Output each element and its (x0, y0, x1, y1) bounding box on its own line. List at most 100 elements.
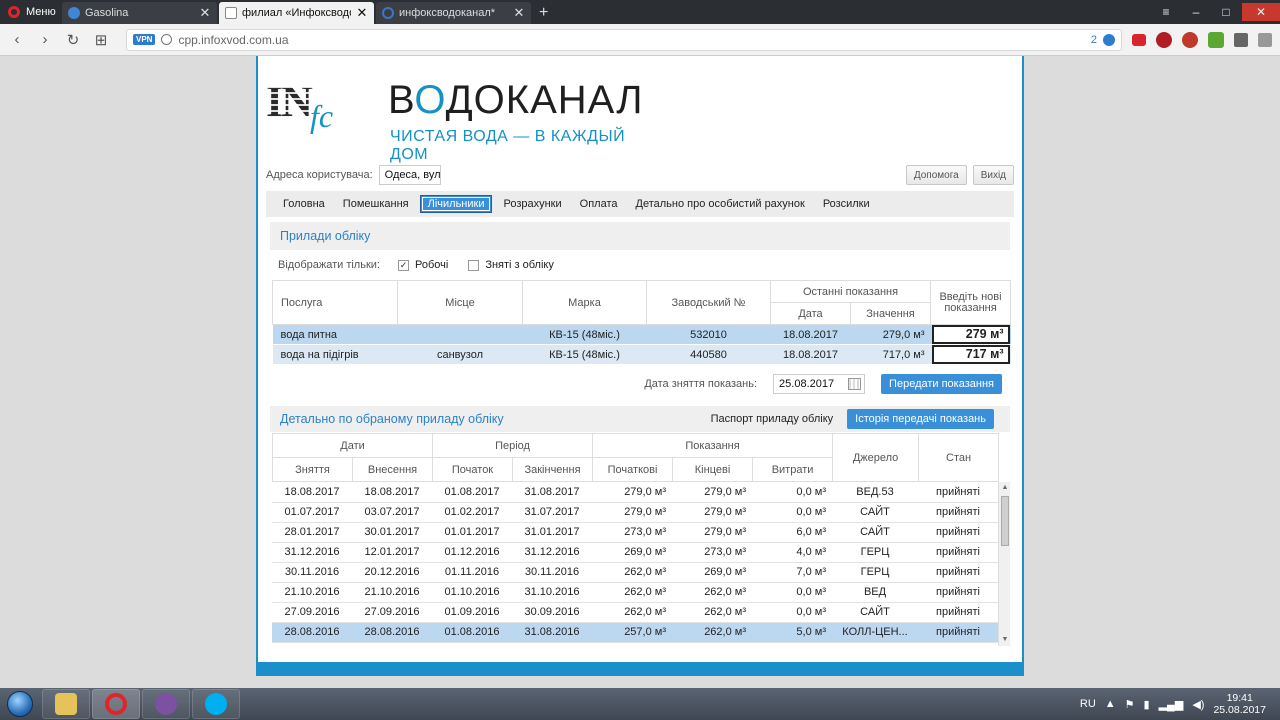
start-button[interactable] (0, 688, 40, 720)
folder-icon (55, 693, 77, 715)
downloads-icon[interactable] (1234, 32, 1248, 47)
history-row[interactable]: 30.11.2016 20.12.2016 01.11.2016 30.11.2016… (272, 562, 998, 583)
speed-dial-icon[interactable]: ⊞ (92, 31, 110, 49)
menu-meters[interactable]: Лічильники (419, 195, 493, 213)
meter-passport-link[interactable]: Паспорт приладу обліку (711, 413, 834, 425)
history-scrollbar[interactable]: ▲ ▼ (998, 482, 1010, 646)
hist-entered: 27.09.2016 (352, 602, 432, 623)
menu-mailings[interactable]: Розсилки (816, 196, 877, 212)
adblock-plus-icon[interactable] (1182, 31, 1198, 48)
heart-icon[interactable] (1132, 33, 1146, 46)
site-logo[interactable]: IN fc ВОДОКАНАЛ ЧИСТАЯ ВОДА — В КАЖДЫЙ Д… (266, 76, 642, 163)
scroll-up-icon[interactable]: ▲ (999, 482, 1010, 494)
explorer-taskbar-button[interactable] (42, 689, 90, 719)
new-reading-input[interactable]: 279 м³ (931, 325, 1010, 344)
meter-row[interactable]: вода на підігрів санвузол КВ-15 (48міс.)… (272, 344, 1011, 365)
tab-close-icon[interactable]: ✕ (513, 5, 525, 21)
logout-button[interactable]: Вихід (972, 165, 1014, 185)
tray-expand-icon[interactable]: ▲ (1105, 698, 1116, 710)
hist-source: САЙТ (832, 502, 918, 523)
brand-rest: ДОКАНАЛ (445, 78, 644, 122)
tab-infox-filial[interactable]: филиал «Инфоксводоканал» ✕ (219, 2, 374, 24)
col-new-reading: Введіть нові показання (930, 280, 1012, 325)
tab-close-icon[interactable]: ✕ (199, 5, 211, 21)
col-final: Кінцеві (672, 457, 754, 482)
removed-checkbox[interactable] (468, 259, 480, 271)
group-readings: Показання (592, 433, 834, 458)
new-tab-button[interactable]: + (531, 2, 556, 24)
history-row[interactable]: 01.07.2017 03.07.2017 01.02.2017 31.07.2017… (272, 502, 998, 523)
favicon-icon (68, 7, 80, 19)
submit-row: Дата зняття показань: 25.08.2017 Передат… (644, 374, 1002, 394)
hist-end: 31.07.2017 (512, 502, 592, 523)
url-text[interactable]: cpp.infoxvod.com.ua (178, 33, 1084, 47)
menu-premises[interactable]: Помешкання (336, 196, 416, 212)
address-field[interactable]: Одеса, вул. (378, 165, 441, 185)
hist-final: 279,0 м³ (672, 482, 752, 503)
history-row[interactable]: 21.10.2016 21.10.2016 01.10.2016 31.10.2016… (272, 582, 998, 603)
col-brand: Марка (522, 280, 647, 325)
download-helper-icon[interactable] (1208, 31, 1224, 48)
forward-icon[interactable]: › (36, 31, 54, 49)
opera-taskbar-button[interactable] (92, 689, 140, 719)
scroll-down-icon[interactable]: ▼ (999, 634, 1010, 646)
network-icon[interactable]: ▂▄▆ (1159, 698, 1184, 711)
opera-menu-button[interactable]: Меню (0, 0, 60, 24)
new-reading-input[interactable]: 717 м³ (931, 345, 1010, 364)
hist-entered: 18.08.2017 (352, 482, 432, 503)
flag-icon[interactable]: ⚑ (1125, 698, 1135, 711)
help-button[interactable]: Допомога (905, 165, 967, 185)
history-row[interactable]: 28.01.2017 30.01.2017 01.01.2017 31.01.2017… (272, 522, 998, 543)
address-bar[interactable]: VPN cpp.infoxvod.com.ua 2 (126, 28, 1122, 51)
submit-readings-button[interactable]: Передати показання (881, 374, 1002, 394)
tab-close-icon[interactable]: ✕ (356, 5, 368, 21)
clock[interactable]: 19:41 25.08.2017 (1213, 692, 1266, 716)
language-indicator[interactable]: RU (1080, 698, 1096, 710)
hist-start: 01.09.2016 (432, 602, 512, 623)
back-icon[interactable]: ‹ (8, 31, 26, 49)
menu-account-details[interactable]: Детально про особистий рахунок (629, 196, 812, 212)
brand-letter: В (388, 78, 415, 122)
tab-menu-icon[interactable]: ≡ (1152, 3, 1180, 21)
viber-taskbar-button[interactable] (142, 689, 190, 719)
history-scroll-area[interactable]: 18.08.2017 18.08.2017 01.08.2017 31.08.2017… (272, 482, 1010, 646)
clock-time: 19:41 (1226, 692, 1253, 704)
meter-row[interactable]: вода питна КВ-15 (48міс.) 532010 18.08.2… (272, 324, 1011, 345)
adblock-shield-icon[interactable] (1103, 33, 1115, 46)
menu-home[interactable]: Головна (276, 196, 332, 212)
hist-source: ГЕРЦ (832, 562, 918, 583)
menu-calculations[interactable]: Розрахунки (496, 196, 568, 212)
maximize-icon[interactable]: □ (1212, 3, 1240, 21)
history-button[interactable]: Історія передачі показань (847, 409, 994, 429)
hist-end: 31.08.2017 (512, 482, 592, 503)
hist-final: 262,0 м³ (672, 582, 752, 603)
menu-payment[interactable]: Оплата (573, 196, 625, 212)
volume-icon[interactable]: ◀) (1192, 698, 1204, 711)
close-window-icon[interactable]: ✕ (1242, 3, 1280, 21)
working-checkbox[interactable]: ✓ (397, 259, 409, 271)
battery-icon[interactable]: ▮ (1144, 698, 1150, 711)
tab-gasolina[interactable]: Gasolina ✕ (62, 2, 217, 24)
hist-taken: 18.08.2017 (272, 482, 352, 503)
scroll-thumb[interactable] (1001, 496, 1009, 546)
extension-o-icon[interactable] (1156, 31, 1172, 48)
sidebar-icon[interactable] (1258, 32, 1272, 47)
hist-initial: 262,0 м³ (592, 582, 672, 603)
col-initial: Початкові (592, 457, 674, 482)
history-row[interactable]: 27.09.2016 27.09.2016 01.09.2016 30.09.2016… (272, 602, 998, 623)
reload-icon[interactable]: ↻ (64, 31, 82, 49)
history-row[interactable]: 28.08.2016 28.08.2016 01.08.2016 31.08.2016… (272, 622, 998, 643)
hist-usage: 0,0 м³ (752, 602, 832, 623)
hist-initial: 262,0 м³ (592, 562, 672, 583)
history-row[interactable]: 18.08.2017 18.08.2017 01.08.2017 31.08.2017… (272, 482, 998, 503)
minimize-icon[interactable]: – (1182, 3, 1210, 21)
vpn-badge[interactable]: VPN (133, 34, 156, 45)
meters-panel: Прилади обліку (270, 222, 1010, 250)
tab-infoxvodokanal[interactable]: инфоксводоканал* ✕ (376, 2, 531, 24)
removal-date-input[interactable]: 25.08.2017 (773, 374, 866, 394)
calendar-icon[interactable] (848, 378, 862, 390)
tab-title: инфоксводоканал* (399, 7, 496, 19)
hist-usage: 6,0 м³ (752, 522, 832, 543)
skype-taskbar-button[interactable] (192, 689, 240, 719)
history-row[interactable]: 31.12.2016 12.01.2017 01.12.2016 31.12.2016… (272, 542, 998, 563)
